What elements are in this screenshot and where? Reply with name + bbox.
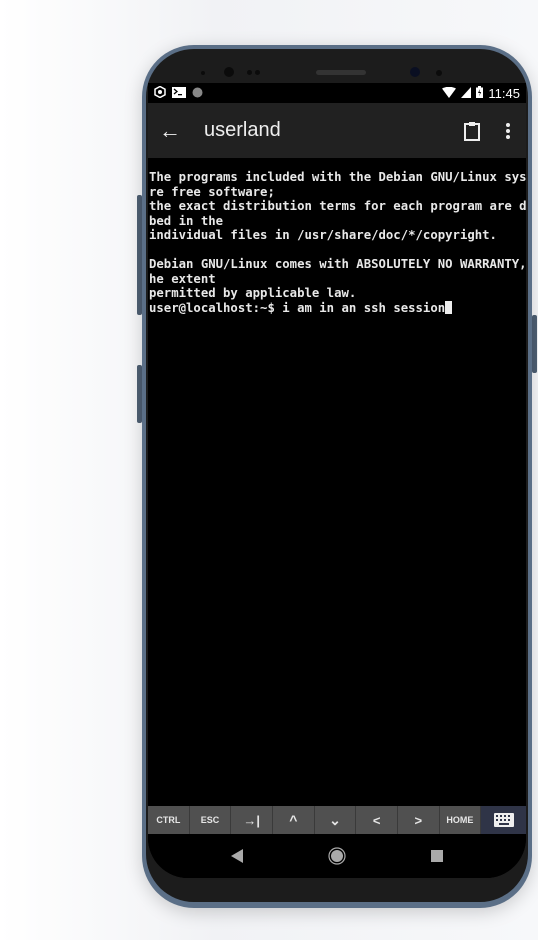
key-home[interactable]: HOME: [439, 806, 482, 834]
key-tab[interactable]: →|: [231, 806, 273, 834]
app-bar: ← userland: [148, 103, 526, 158]
nav-recents-icon[interactable]: [431, 849, 444, 867]
key-up[interactable]: ^: [272, 806, 315, 834]
nav-back-icon[interactable]: [230, 848, 243, 868]
terminal-line: The programs included with the Debian GN…: [149, 170, 526, 184]
key-down[interactable]: ⌄: [314, 806, 357, 834]
more-vert-icon[interactable]: [490, 122, 526, 139]
battery-icon: [476, 85, 484, 101]
key-right[interactable]: >: [397, 806, 440, 834]
terminal-line: the exact distribution terms for each pr…: [149, 199, 526, 213]
key-left[interactable]: <: [356, 806, 398, 834]
terminal-output[interactable]: The programs included with the Debian GN…: [148, 158, 526, 806]
sensors: [146, 49, 528, 81]
terminal-icon: [172, 86, 186, 101]
nav-home-icon[interactable]: [328, 846, 346, 870]
terminal-line: bed in the: [149, 213, 224, 228]
terminal-line: individual files in /usr/share/doc/*/cop…: [149, 228, 497, 242]
prompt: user@localhost:~$: [149, 300, 283, 315]
circle-icon: [192, 86, 203, 101]
clock: 11:45: [488, 85, 520, 101]
key-esc[interactable]: ESC: [189, 806, 232, 834]
command-input: i am in an ssh session: [282, 300, 446, 315]
terminal-line: re free software;: [149, 184, 275, 199]
terminal-line: permitted by applicable law.: [149, 286, 357, 300]
phone-bezel: 11:45 ← userland The programs included w…: [146, 49, 528, 902]
terminal-line: he extent: [149, 271, 216, 286]
clipboard-icon[interactable]: [454, 121, 490, 141]
keyboard-icon[interactable]: [481, 806, 526, 834]
arrow-left-icon[interactable]: ←: [148, 118, 192, 144]
terminal-line: Debian GNU/Linux comes with ABSOLUTELY N…: [149, 257, 526, 271]
prompt-line: user@localhost:~$ i am in an ssh session: [149, 300, 526, 316]
navigation-bar: [148, 834, 526, 878]
wifi-icon: [442, 86, 457, 101]
key-ctrl[interactable]: CTRL: [148, 806, 190, 834]
speaker: [316, 70, 366, 75]
settings-hex-icon: [154, 85, 166, 101]
page-title: userland: [204, 119, 281, 141]
extra-keys-row: CTRL ESC →| ^ ⌄ < > HOME: [148, 806, 526, 834]
status-bar: 11:45: [148, 83, 526, 103]
screen: 11:45 ← userland The programs included w…: [148, 83, 526, 878]
phone-frame: 11:45 ← userland The programs included w…: [142, 45, 532, 908]
power-button[interactable]: [532, 315, 537, 373]
signal-icon: [461, 86, 472, 101]
cursor: [445, 300, 453, 314]
